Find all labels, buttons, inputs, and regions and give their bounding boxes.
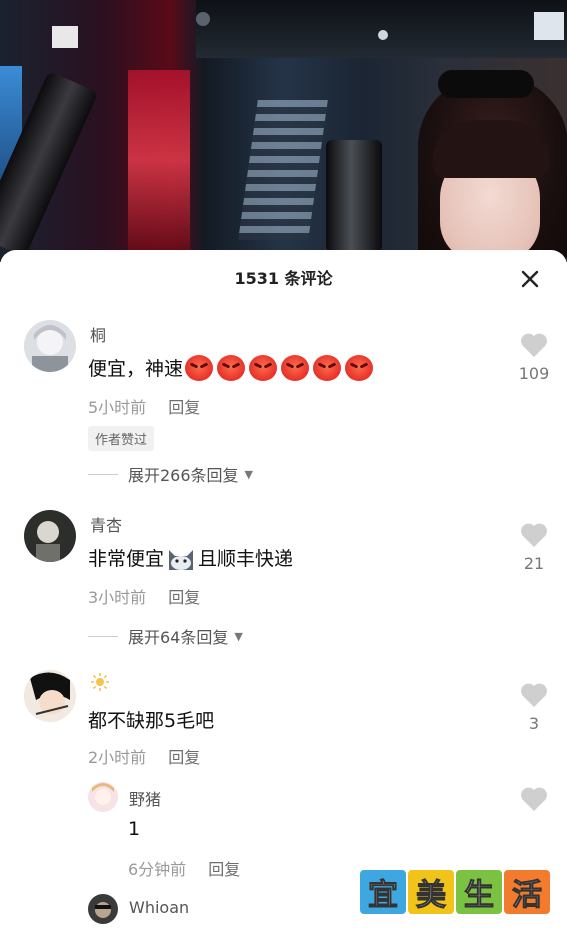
divider bbox=[88, 473, 118, 475]
angry-face-emoji bbox=[185, 355, 214, 381]
expand-replies-label: 展开266条回复 bbox=[128, 466, 239, 485]
reply-button[interactable]: 回复 bbox=[168, 588, 200, 607]
watermark-char: 宜 bbox=[360, 870, 406, 914]
like-button[interactable]: 3 bbox=[514, 682, 554, 733]
like-button[interactable]: 21 bbox=[514, 522, 554, 573]
avatar[interactable] bbox=[24, 510, 76, 562]
avatar[interactable] bbox=[88, 782, 118, 812]
chevron-down-icon: ▼ bbox=[234, 629, 243, 643]
reply-button[interactable]: 回复 bbox=[168, 398, 200, 417]
wall-box bbox=[52, 26, 78, 48]
rack bbox=[238, 100, 328, 240]
expand-replies-button[interactable]: 展开266条回复 ▼ bbox=[88, 462, 253, 486]
watermark-char: 生 bbox=[456, 870, 502, 914]
angry-face-emoji bbox=[281, 355, 310, 381]
username[interactable]: 野猪 bbox=[129, 786, 161, 810]
author-liked-badge: 作者赞过 bbox=[88, 426, 155, 451]
divider bbox=[88, 635, 118, 637]
ceiling bbox=[196, 0, 567, 58]
watermark-char: 美 bbox=[408, 870, 454, 914]
comment-text: 都不缺那5毛吧 bbox=[88, 710, 215, 732]
like-count: 3 bbox=[528, 714, 540, 733]
comment-time: 5小时前 bbox=[88, 398, 147, 417]
comment-meta: 3小时前 回复 bbox=[88, 584, 200, 608]
expand-replies-label: 展开64条回复 bbox=[128, 628, 229, 647]
comment-text: 便宜，神速 bbox=[88, 354, 377, 381]
username[interactable]: 桐 bbox=[90, 322, 106, 346]
comment-meta: 2小时前 回复 bbox=[88, 744, 200, 768]
comment-text: 非常便宜 且顺丰快递 bbox=[88, 544, 293, 572]
video-background[interactable] bbox=[0, 0, 567, 262]
heart-icon bbox=[521, 787, 547, 811]
reply-meta: 6分钟前 回复 bbox=[128, 856, 240, 880]
comment-time: 3小时前 bbox=[88, 588, 147, 607]
avatar[interactable] bbox=[24, 320, 76, 372]
comment-text-after: 且顺丰快递 bbox=[198, 548, 294, 570]
heart-icon bbox=[521, 683, 547, 707]
heart-icon bbox=[521, 523, 547, 547]
avatar[interactable] bbox=[24, 670, 76, 722]
angry-face-emoji bbox=[313, 355, 342, 381]
expand-replies-button[interactable]: 展开64条回复 ▼ bbox=[88, 624, 243, 648]
comment-time: 2小时前 bbox=[88, 748, 147, 767]
avatar[interactable] bbox=[88, 894, 118, 924]
cat-emoji bbox=[166, 544, 196, 572]
reply-time: 6分钟前 bbox=[128, 860, 187, 879]
like-button[interactable]: 109 bbox=[514, 332, 554, 383]
watermark-char: 活 bbox=[504, 870, 550, 914]
sunglasses bbox=[438, 70, 534, 98]
neon-sign bbox=[128, 70, 190, 250]
corner-box bbox=[534, 12, 564, 40]
username[interactable]: Whioan bbox=[129, 898, 189, 917]
like-count: 109 bbox=[518, 364, 550, 383]
comment-meta: 5小时前 回复 bbox=[88, 394, 200, 418]
reply-button[interactable]: 回复 bbox=[168, 748, 200, 767]
like-button[interactable] bbox=[514, 786, 554, 816]
username[interactable]: 青杏 bbox=[90, 512, 122, 536]
watermark-logo: 宜 美 生 活 bbox=[360, 870, 550, 914]
comment-count-title: 1531 条评论 bbox=[234, 269, 333, 288]
like-count: 21 bbox=[523, 554, 545, 573]
cylinder-prop bbox=[326, 140, 382, 252]
comment-text-body: 便宜，神速 bbox=[88, 358, 184, 380]
angry-face-emoji bbox=[345, 355, 374, 381]
angry-face-emoji bbox=[249, 355, 278, 381]
camera-dot bbox=[378, 30, 388, 40]
angry-face-emoji bbox=[217, 355, 246, 381]
username[interactable] bbox=[90, 672, 110, 696]
person-bangs bbox=[432, 120, 550, 178]
sun-icon bbox=[91, 673, 109, 691]
reply-text: 1 bbox=[128, 818, 141, 840]
comments-sheet: 1531 条评论 桐 便宜，神速 5小时前回复 作者赞过 展开266条回复 ▼ bbox=[0, 250, 567, 928]
control-dot bbox=[196, 12, 210, 26]
close-icon[interactable] bbox=[521, 270, 539, 288]
comment-text-before: 非常便宜 bbox=[88, 548, 165, 570]
reply-button[interactable]: 回复 bbox=[208, 860, 240, 879]
heart-icon bbox=[521, 333, 547, 357]
chevron-down-icon: ▼ bbox=[244, 467, 254, 481]
